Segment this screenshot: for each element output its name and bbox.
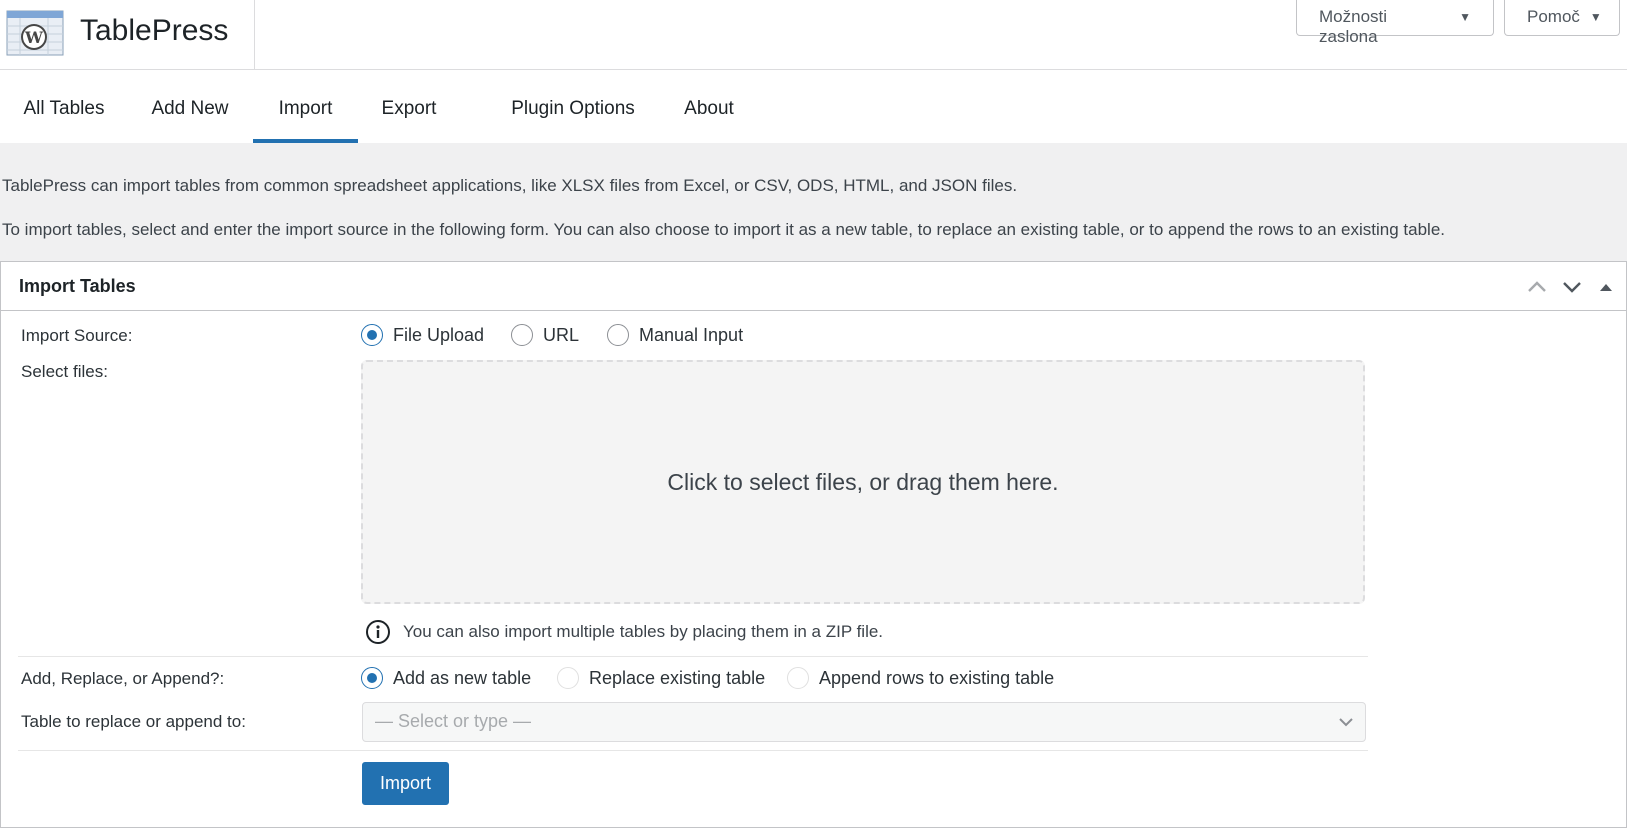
divider: [18, 750, 1368, 751]
radio-label: Manual Input: [639, 324, 744, 345]
radio-label: File Upload: [393, 324, 485, 345]
help-label: Pomoč: [1527, 7, 1580, 26]
tab-import[interactable]: Import: [253, 70, 358, 143]
info-icon: [366, 620, 390, 644]
tab-all-tables[interactable]: All Tables: [16, 70, 112, 143]
intro-text-2: To import tables, select and enter the i…: [2, 220, 1445, 239]
radio-label: Append rows to existing table: [819, 667, 1055, 688]
radio-label: Add as new table: [393, 667, 532, 688]
radio-replace-existing-table[interactable]: Replace existing table: [557, 667, 765, 689]
radio-manual-input[interactable]: Manual Input: [607, 324, 743, 346]
dropzone-text: Click to select files, or drag them here…: [667, 468, 1059, 495]
move-up-icon[interactable]: [1524, 274, 1550, 300]
nav-tabs: All Tables Add New Import Export Plugin …: [0, 70, 1627, 143]
tab-plugin-options[interactable]: Plugin Options: [504, 70, 642, 143]
brand-area: W TablePress: [0, 0, 255, 70]
radio-label: URL: [543, 324, 580, 345]
caret-down-icon: ▼: [1459, 10, 1471, 24]
tab-export[interactable]: Export: [370, 70, 448, 143]
radio-button[interactable]: [607, 324, 629, 346]
screen-options-label: Možnosti zaslona: [1319, 7, 1388, 46]
tab-about[interactable]: About: [676, 70, 742, 143]
tab-label: Import: [278, 98, 333, 119]
tab-add-new[interactable]: Add New: [138, 70, 242, 143]
caret-down-icon: ▼: [1589, 10, 1602, 24]
tab-label: All Tables: [23, 98, 105, 119]
move-down-icon[interactable]: [1559, 274, 1585, 300]
radio-button[interactable]: [361, 324, 383, 346]
radio-label: Replace existing table: [589, 667, 766, 688]
radio-add-new-table[interactable]: Add as new table: [361, 667, 531, 689]
select-files-label: Select files:: [21, 362, 108, 381]
radio-url[interactable]: URL: [511, 324, 579, 346]
radio-button[interactable]: [557, 667, 579, 689]
tab-label: Plugin Options: [511, 98, 635, 119]
target-table-select[interactable]: — Select or type —: [362, 702, 1366, 742]
select-placeholder: — Select or type —: [375, 711, 532, 731]
mode-label: Add, Replace, or Append?:: [21, 669, 225, 688]
chevron-down-icon: [1339, 718, 1353, 727]
tablepress-logo-icon: W: [6, 10, 64, 56]
radio-button[interactable]: [511, 324, 533, 346]
radio-append-rows[interactable]: Append rows to existing table: [787, 667, 1054, 689]
import-button[interactable]: Import: [362, 762, 449, 805]
svg-text:W: W: [24, 28, 44, 47]
import-source-label: Import Source:: [21, 326, 133, 345]
screen-options-button[interactable]: Možnosti zaslona ▼: [1296, 0, 1494, 46]
radio-button[interactable]: [787, 667, 809, 689]
app-title: TablePress: [80, 14, 229, 47]
radio-button[interactable]: [361, 667, 383, 689]
hint-text: You can also import multiple tables by p…: [403, 622, 884, 641]
import-tables-panel: Import Tables Import Source: File Upload…: [0, 261, 1627, 828]
tab-label: Export: [381, 98, 437, 119]
panel-header: Import Tables: [1, 262, 1626, 311]
target-table-label: Table to replace or append to:: [21, 712, 246, 731]
zip-hint: You can also import multiple tables by p…: [365, 619, 883, 645]
intro-text-1: TablePress can import tables from common…: [2, 176, 1018, 195]
panel-title: Import Tables: [19, 276, 136, 296]
tab-label: About: [684, 98, 734, 119]
help-button[interactable]: Pomoč ▼: [1504, 0, 1620, 36]
top-header: W TablePress Možnosti zaslona ▼ Pomoč ▼: [0, 0, 1627, 70]
collapse-toggle-icon[interactable]: [1593, 274, 1619, 300]
radio-file-upload[interactable]: File Upload: [361, 324, 484, 346]
tab-label: Add New: [151, 98, 229, 119]
file-dropzone[interactable]: Click to select files, or drag them here…: [361, 360, 1365, 604]
